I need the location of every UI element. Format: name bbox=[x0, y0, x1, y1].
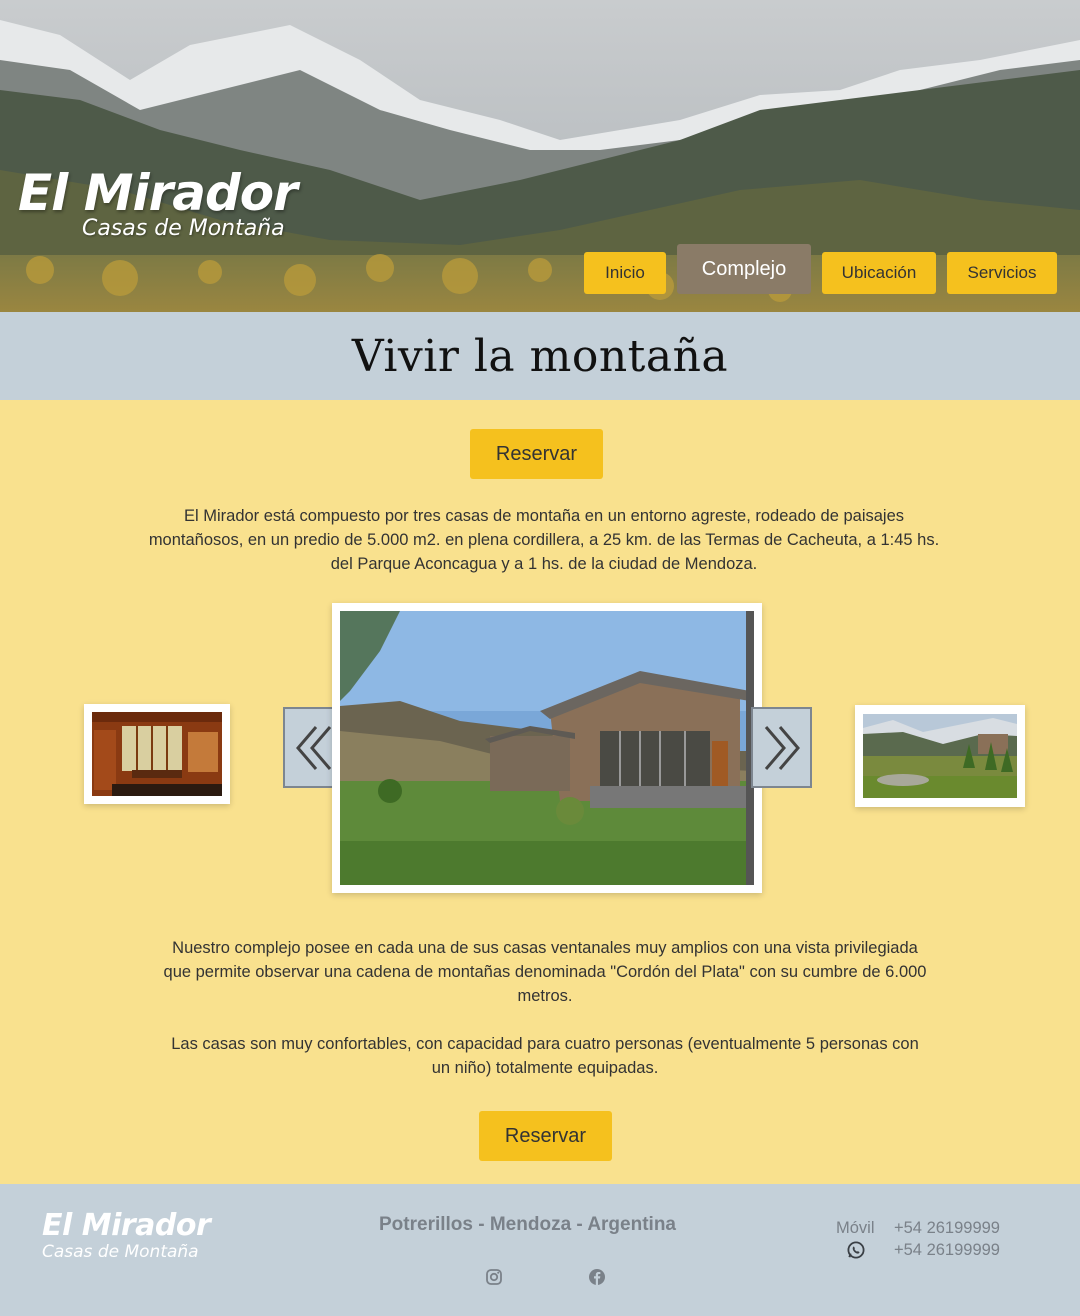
mobile-row: Móvil +54 26199999 bbox=[836, 1217, 1000, 1239]
whatsapp-icon-wrap bbox=[836, 1240, 894, 1260]
instagram-icon[interactable] bbox=[485, 1268, 503, 1286]
page-title: Vivir la montaña bbox=[351, 330, 729, 382]
carousel-thumb-next[interactable] bbox=[855, 705, 1025, 807]
brand-title: El Mirador bbox=[18, 164, 298, 222]
hero-header: El Mirador Casas de Montaña Inicio Compl… bbox=[0, 0, 1080, 312]
carousel-next-button[interactable] bbox=[751, 707, 812, 788]
footer-brand-title: El Mirador bbox=[42, 1208, 211, 1243]
intro-paragraph: El Mirador está compuesto por tres casas… bbox=[148, 507, 940, 573]
whatsapp-icon bbox=[847, 1241, 865, 1259]
footer-location: Potrerillos - Mendoza - Argentina bbox=[379, 1214, 676, 1235]
carousel-thumb-prev[interactable] bbox=[84, 704, 230, 804]
footer-brand[interactable]: El Mirador Casas de Montaña bbox=[42, 1208, 211, 1263]
facebook-icon[interactable] bbox=[588, 1268, 606, 1286]
footer-brand-subtitle: Casas de Montaña bbox=[42, 1242, 199, 1262]
mobile-label: Móvil bbox=[836, 1218, 875, 1237]
whatsapp-number[interactable]: +54 26199999 bbox=[894, 1241, 1000, 1260]
double-chevron-right-icon bbox=[764, 725, 800, 770]
nav-ubicacion[interactable]: Ubicación bbox=[822, 252, 936, 294]
double-chevron-left-icon bbox=[295, 725, 331, 770]
header-brand[interactable]: El Mirador Casas de Montaña bbox=[18, 164, 298, 241]
reserve-button-top[interactable]: Reservar bbox=[470, 429, 603, 479]
interior-photo bbox=[92, 712, 222, 796]
brand-subtitle: Casas de Montaña bbox=[82, 216, 285, 241]
nav-inicio[interactable]: Inicio bbox=[584, 252, 666, 294]
carousel-main-image bbox=[332, 603, 762, 893]
mobile-number[interactable]: +54 26199999 bbox=[894, 1219, 1000, 1238]
whatsapp-row: +54 26199999 bbox=[836, 1239, 1000, 1261]
description-paragraph: Nuestro complejo posee en cada una de su… bbox=[163, 939, 927, 1005]
main-nav: Inicio Complejo Ubicación Servicios bbox=[584, 244, 1057, 294]
garden-photo bbox=[863, 714, 1017, 798]
reserve-button-bottom[interactable]: Reservar bbox=[479, 1111, 612, 1161]
title-band: Vivir la montaña bbox=[0, 312, 1080, 400]
footer-contact: Móvil +54 26199999 +54 26199999 bbox=[836, 1217, 1000, 1261]
nav-complejo[interactable]: Complejo bbox=[677, 244, 811, 294]
nav-servicios[interactable]: Servicios bbox=[947, 252, 1057, 294]
footer: El Mirador Casas de Montaña Potrerillos … bbox=[0, 1184, 1080, 1316]
capacity-paragraph: Las casas son muy confortables, con capa… bbox=[171, 1035, 919, 1077]
cabin-photo bbox=[340, 611, 754, 885]
